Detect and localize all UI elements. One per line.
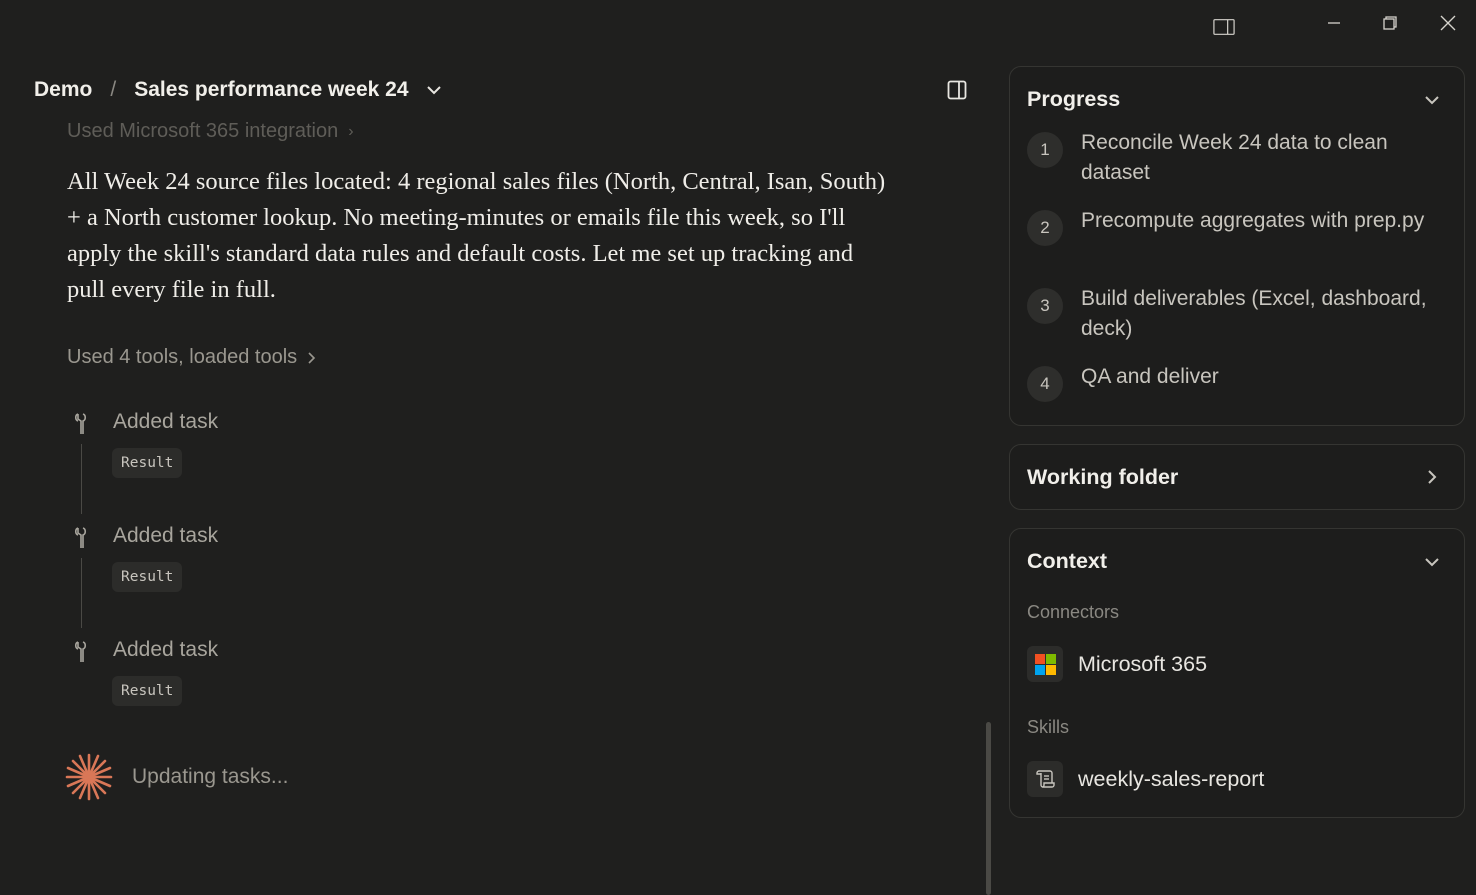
result-chip[interactable]: Result <box>112 448 183 478</box>
step-text: Build deliverables (Excel, dashboard, de… <box>1081 287 1427 340</box>
step-number: 2 <box>1027 210 1063 246</box>
toggle-sidebar-button[interactable] <box>946 79 968 101</box>
timeline-connector <box>81 444 82 514</box>
progress-card: Progress 1 Reconcile Week 24 data to cle… <box>1009 66 1465 426</box>
skill-name: weekly-sales-report <box>1078 766 1265 791</box>
sidebar-panel-button[interactable] <box>1213 16 1235 38</box>
chevron-down-icon <box>1425 558 1439 567</box>
context-title: Context <box>1027 549 1108 573</box>
progress-step: 2 Precompute aggregates with prep.py <box>1027 209 1447 270</box>
skills-label: Skills <box>1027 717 1070 737</box>
skill-weekly-sales-report[interactable]: weekly-sales-report <box>1027 761 1264 797</box>
restore-button[interactable] <box>1379 12 1401 34</box>
spinner-starburst-icon <box>65 753 113 801</box>
connector-microsoft-365[interactable]: Microsoft 365 <box>1027 646 1207 682</box>
integration-usage-line[interactable]: Used Microsoft 365 integration › <box>67 120 354 143</box>
progress-step: 4 QA and deliver <box>1027 365 1447 402</box>
breadcrumb-root[interactable]: Demo <box>34 78 92 102</box>
chevron-right-icon: › <box>348 122 354 140</box>
breadcrumb-separator: / <box>110 78 117 101</box>
step-text: Reconcile Week 24 data to clean dataset <box>1081 131 1388 184</box>
wrench-icon <box>70 412 94 436</box>
scroll-icon <box>1027 761 1063 797</box>
integration-usage-text: Used Microsoft 365 integration <box>67 120 339 142</box>
step-text: QA and deliver <box>1081 365 1219 388</box>
result-chip[interactable]: Result <box>112 562 183 592</box>
working-folder-card[interactable]: Working folder <box>1009 444 1465 510</box>
chevron-right-icon <box>1428 470 1437 484</box>
progress-collapse-button[interactable] <box>1422 90 1442 110</box>
working-folder-open-button[interactable] <box>1422 467 1442 487</box>
status-text: Updating tasks... <box>132 765 289 788</box>
tools-summary-toggle[interactable]: Used 4 tools, loaded tools <box>67 346 317 369</box>
context-collapse-button[interactable] <box>1422 552 1442 572</box>
panel-icon <box>947 80 967 100</box>
step-text: Precompute aggregates with prep.py <box>1081 209 1425 232</box>
microsoft-logo-icon <box>1027 646 1063 682</box>
minimize-icon <box>1328 22 1340 24</box>
sidebar-panel-icon <box>1213 19 1235 35</box>
connector-name: Microsoft 365 <box>1078 651 1208 676</box>
progress-step: 3 Build deliverables (Excel, dashboard, … <box>1027 287 1447 348</box>
chevron-down-icon <box>1425 96 1439 105</box>
progress-title: Progress <box>1027 87 1121 111</box>
task-label: Added task <box>113 410 219 433</box>
step-number: 1 <box>1027 132 1063 168</box>
close-icon <box>1440 15 1456 31</box>
breadcrumb: Demo / Sales performance week 24 <box>34 74 443 106</box>
assistant-message: All Week 24 source files located: 4 regi… <box>67 168 886 303</box>
result-chip[interactable]: Result <box>112 676 183 706</box>
task-label: Added task <box>113 524 219 547</box>
restore-icon <box>1383 16 1397 30</box>
tools-summary-text: Used 4 tools, loaded tools <box>67 346 298 368</box>
connectors-label: Connectors <box>1027 602 1120 622</box>
wrench-icon <box>70 640 94 664</box>
working-folder-title: Working folder <box>1027 465 1179 489</box>
chevron-right-icon <box>308 351 316 364</box>
step-number: 4 <box>1027 366 1063 402</box>
wrench-icon <box>70 526 94 550</box>
task-entry: Added task Result <box>67 638 467 718</box>
title-dropdown-button[interactable] <box>425 81 443 99</box>
task-entry: Added task Result <box>67 410 467 520</box>
task-label: Added task <box>113 638 219 661</box>
status-indicator: Updating tasks... <box>64 752 288 802</box>
step-number: 3 <box>1027 288 1063 324</box>
timeline-connector <box>81 558 82 628</box>
progress-step: 1 Reconcile Week 24 data to clean datase… <box>1027 131 1447 192</box>
chevron-down-icon <box>426 86 441 95</box>
scrollbar-thumb[interactable] <box>986 722 991 895</box>
close-button[interactable] <box>1437 12 1459 34</box>
page-title[interactable]: Sales performance week 24 <box>134 78 408 102</box>
minimize-button[interactable] <box>1323 12 1345 34</box>
context-card: Context Connectors Microsoft 365 Skills <box>1009 528 1465 818</box>
task-entry: Added task Result <box>67 524 467 634</box>
